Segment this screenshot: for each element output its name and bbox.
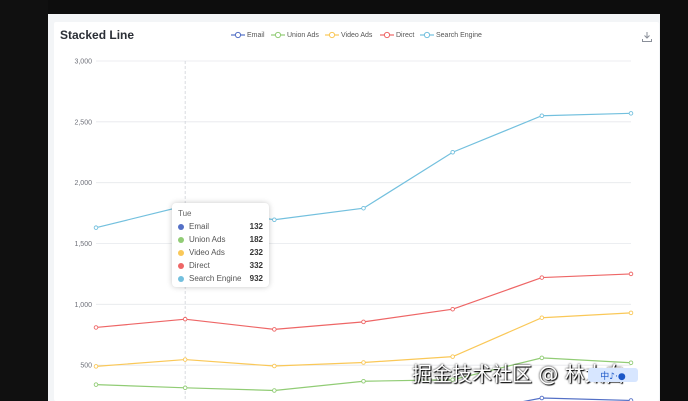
- tooltip-row: Email 132: [178, 221, 263, 232]
- data-point-search-engine: [272, 217, 277, 223]
- y-tick-label: 1,500: [74, 241, 92, 248]
- tooltip-row: Search Engine 932: [178, 273, 263, 284]
- data-point-search-engine: [539, 113, 545, 118]
- tooltip-name: Union Ads: [189, 235, 226, 244]
- tooltip-name: Direct: [189, 261, 210, 270]
- data-point-union-ads: [361, 378, 366, 384]
- data-point-search-engine: [93, 225, 99, 230]
- data-point-union-ads: [628, 360, 634, 365]
- data-point-union-ads: [93, 382, 99, 387]
- data-point-search-engine: [628, 111, 634, 116]
- data-point-direct: [182, 316, 188, 322]
- tooltip-name: Email: [189, 222, 210, 231]
- data-point-search-engine: [450, 149, 455, 155]
- data-point-video-ads: [272, 363, 277, 369]
- tooltip-dot-search-engine: [178, 275, 184, 282]
- chart-tooltip: Tue Email 132 Union Ads 182 Video Ads 23…: [172, 203, 269, 287]
- tooltip-dot-email: [178, 223, 184, 230]
- data-point-email: [539, 395, 545, 401]
- y-tick-label: 3,000: [74, 59, 92, 66]
- y-tick-label: 2,000: [74, 180, 92, 187]
- data-point-video-ads: [361, 360, 366, 365]
- data-point-video-ads: [539, 315, 545, 320]
- tooltip-dot-direct: [178, 262, 184, 269]
- data-point-video-ads: [628, 310, 634, 316]
- data-point-direct: [272, 327, 277, 332]
- tooltip-value: 932: [249, 274, 263, 283]
- data-point-union-ads: [272, 388, 277, 393]
- tooltip-value: 132: [249, 222, 263, 231]
- watermark-badge: 中♪·●: [588, 368, 638, 382]
- tooltip-title: Tue: [178, 209, 192, 218]
- line-chart-plot: 3,000 2,500 2,000 1,500 1,000 500: [74, 59, 634, 401]
- data-point-direct: [628, 271, 634, 277]
- y-tick-label: 500: [80, 363, 92, 370]
- data-point-search-engine: [361, 205, 366, 211]
- data-point-direct: [450, 306, 455, 312]
- tooltip-row: Union Ads 182: [178, 234, 263, 245]
- data-point-direct: [93, 325, 99, 330]
- data-point-direct: [361, 319, 366, 325]
- data-point-video-ads: [182, 357, 188, 362]
- tooltip-name: Search Engine: [189, 274, 242, 283]
- y-tick-label: 1,000: [74, 302, 92, 309]
- tooltip-row: Video Ads 232: [178, 247, 263, 258]
- tooltip-dot-union-ads: [178, 236, 184, 243]
- tooltip-value: 232: [249, 248, 263, 257]
- tooltip-dot-video-ads: [178, 249, 184, 256]
- tooltip-value: 332: [249, 261, 263, 270]
- tooltip-value: 182: [249, 235, 263, 244]
- data-point-video-ads: [93, 364, 99, 369]
- tooltip-row: Direct 332: [178, 260, 263, 271]
- tooltip-name: Video Ads: [189, 248, 225, 257]
- y-tick-label: 2,500: [74, 119, 92, 126]
- data-point-direct: [539, 275, 545, 280]
- data-point-union-ads: [182, 385, 188, 391]
